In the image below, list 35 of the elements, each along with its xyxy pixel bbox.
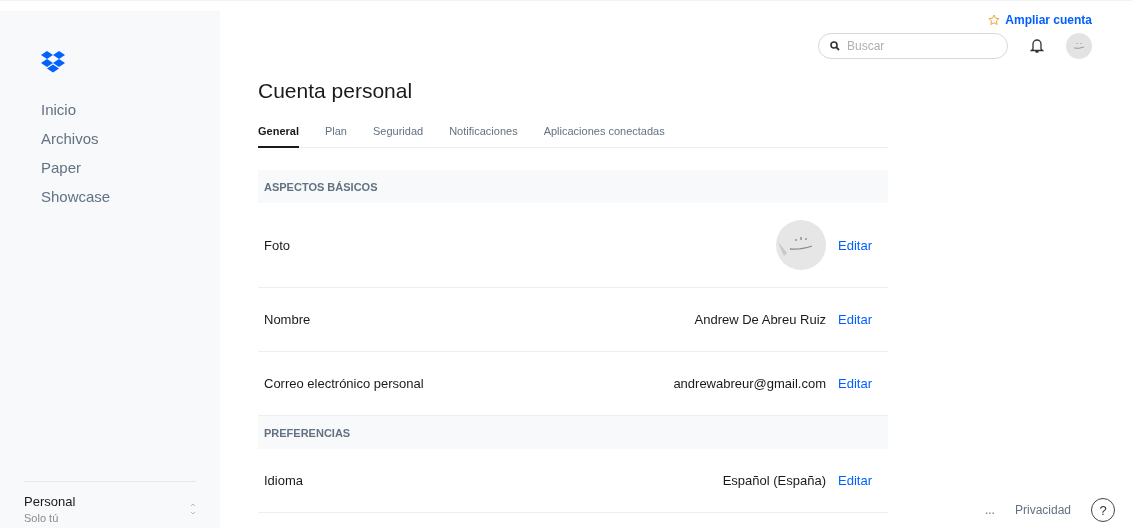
edit-link[interactable]: Editar (838, 473, 872, 488)
more-button[interactable]: ... (984, 503, 995, 517)
setting-value: Andrew De Abreu Ruiz (694, 312, 827, 327)
nav-link[interactable]: Inicio (41, 101, 220, 118)
edit-link[interactable]: Editar (838, 237, 872, 253)
switcher-icon[interactable] (190, 502, 196, 516)
section-header: PREFERENCIAS (258, 416, 888, 449)
nav-link[interactable]: Showcase (41, 188, 220, 205)
setting-value: andrewabreur@gmail.com (673, 376, 827, 391)
edit-link[interactable]: Editar (838, 376, 872, 391)
search-field[interactable]: Buscar (818, 33, 1008, 59)
account-subtitle: Solo tú (24, 512, 60, 524)
privacy-link[interactable]: Privacidad (1014, 503, 1071, 517)
avatar-icon (776, 220, 827, 270)
logo-icon[interactable] (41, 51, 65, 73)
upgrade-link[interactable]: Ampliar cuenta (988, 13, 1092, 27)
tab[interactable]: Seguridad (373, 121, 424, 147)
nav-link[interactable]: Archivos (41, 130, 220, 147)
tab[interactable]: Notificaciones (449, 121, 518, 147)
setting-value: Español (España) (722, 473, 827, 488)
star-icon (988, 14, 1001, 26)
setting-label: Foto (264, 237, 290, 253)
edit-link[interactable]: Editar (838, 312, 872, 327)
section-header: ASPECTOS BÁSICOS (258, 170, 888, 203)
tab[interactable]: General (258, 121, 299, 148)
setting-label: Idioma (264, 473, 304, 488)
setting-label: Nombre (264, 312, 311, 327)
nav-link[interactable]: Paper (41, 159, 220, 176)
setting-label: Correo electrónico personal (264, 376, 424, 391)
tab[interactable]: Plan (324, 121, 347, 147)
bell-icon[interactable] (1030, 38, 1044, 54)
search-icon (830, 41, 840, 51)
page-title: Cuenta personal (258, 79, 413, 103)
account-name: Personal (24, 494, 76, 509)
tab[interactable]: Aplicaciones conectadas (543, 121, 665, 147)
